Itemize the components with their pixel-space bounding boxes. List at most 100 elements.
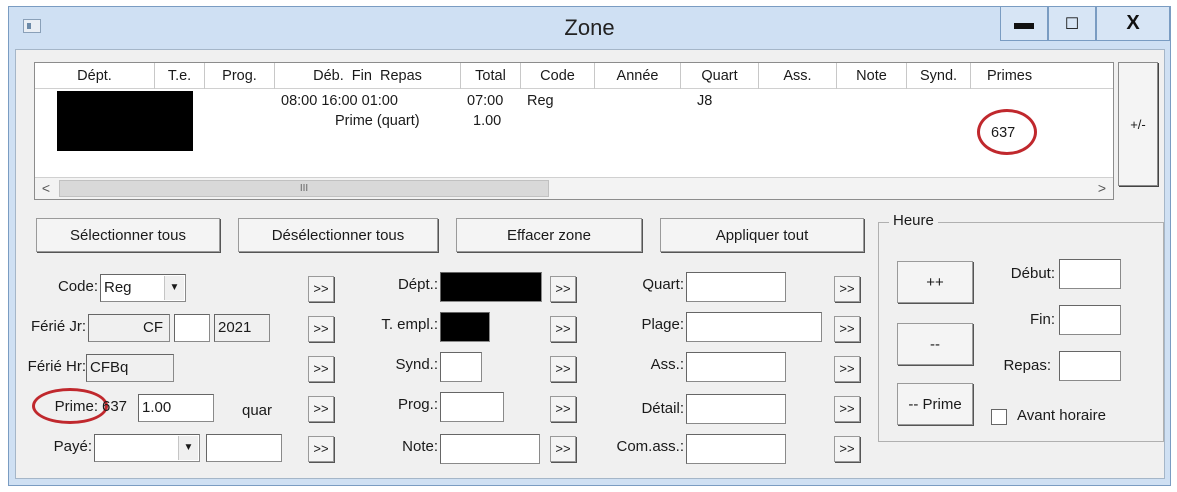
repas-label: Repas:: [1003, 357, 1051, 374]
fin-field[interactable]: [1059, 305, 1121, 335]
row1-total: 07:00: [467, 93, 504, 109]
row1-deb-fin-repas: 08:00 16:00 01:00: [281, 93, 398, 109]
plus-plus-button[interactable]: ++: [897, 261, 973, 303]
close-button[interactable]: X: [1096, 7, 1170, 41]
highlight-circle-prime: [32, 388, 108, 424]
synd-label: Synd.:: [395, 356, 438, 373]
apply-t-empl-button[interactable]: >>: [550, 316, 576, 342]
code-label: Code:: [57, 278, 98, 295]
col-annee[interactable]: Année: [595, 63, 681, 89]
com-ass-label: Com.ass.:: [616, 438, 684, 455]
redacted-dept-block: [57, 91, 193, 151]
minus-prime-button[interactable]: -- Prime: [897, 383, 973, 425]
apply-ferie-hr-button[interactable]: >>: [308, 356, 334, 382]
col-code[interactable]: Code: [521, 63, 595, 89]
maximize-button[interactable]: ☐: [1048, 7, 1096, 41]
debut-field[interactable]: [1059, 259, 1121, 289]
ferie-hr-label: Férié Hr:: [27, 358, 86, 375]
apply-ass-button[interactable]: >>: [834, 356, 860, 382]
heure-title: Heure: [889, 212, 938, 229]
col-synd[interactable]: Synd.: [907, 63, 971, 89]
deselect-all-button[interactable]: Désélectionner tous: [238, 218, 438, 252]
horizontal-scrollbar[interactable]: < III >: [35, 177, 1113, 199]
select-all-button[interactable]: Sélectionner tous: [36, 218, 220, 252]
col-dept[interactable]: Dépt.: [35, 63, 155, 89]
col-quart[interactable]: Quart: [681, 63, 759, 89]
ferie-jr-day[interactable]: [174, 314, 210, 342]
col-note[interactable]: Note: [837, 63, 907, 89]
grid-header: Dépt. T.e. Prog. Déb. Fin Repas Total Co…: [35, 63, 1113, 89]
apply-ferie-jr-button[interactable]: >>: [308, 316, 334, 342]
apply-quart-button[interactable]: >>: [834, 276, 860, 302]
t-empl-field-redacted[interactable]: [440, 312, 490, 342]
avant-horaire-checkbox[interactable]: [991, 409, 1007, 425]
chevron-down-icon[interactable]: ▼: [178, 436, 198, 460]
dept-label: Dépt.:: [397, 276, 438, 293]
apply-prime-button[interactable]: >>: [308, 396, 334, 422]
paye-select[interactable]: ▼: [94, 434, 200, 462]
note-field[interactable]: [440, 434, 540, 464]
col-prog[interactable]: Prog.: [205, 63, 275, 89]
paye-extra-field[interactable]: [206, 434, 282, 462]
scroll-right-icon[interactable]: >: [1091, 179, 1113, 198]
zone-window: Zone ▬ ☐ X Dépt. T.e. Prog. Déb. Fin Rep…: [8, 6, 1171, 486]
plage-field[interactable]: [686, 312, 822, 342]
ferie-jr-label: Férié Jr:: [30, 318, 86, 335]
dept-field-redacted[interactable]: [440, 272, 542, 302]
ferie-hr-field[interactable]: CFBq: [86, 354, 174, 382]
ferie-jr-year[interactable]: 2021: [214, 314, 270, 342]
apply-all-button[interactable]: Appliquer tout: [660, 218, 864, 252]
col-te[interactable]: T.e.: [155, 63, 205, 89]
quart-field[interactable]: [686, 272, 786, 302]
apply-note-button[interactable]: >>: [550, 436, 576, 462]
row2-label: Prime (quart): [335, 113, 420, 129]
row2-total: 1.00: [473, 113, 502, 129]
scroll-left-icon[interactable]: <: [35, 179, 57, 198]
code-select[interactable]: Reg ▼: [100, 274, 186, 302]
title-bar[interactable]: Zone ▬ ☐ X: [9, 7, 1170, 49]
repas-field[interactable]: [1059, 351, 1121, 381]
prog-field[interactable]: [440, 392, 504, 422]
apply-detail-button[interactable]: >>: [834, 396, 860, 422]
ass-field[interactable]: [686, 352, 786, 382]
t-empl-label: T. empl.:: [381, 316, 438, 333]
apply-plage-button[interactable]: >>: [834, 316, 860, 342]
dialog-body: Dépt. T.e. Prog. Déb. Fin Repas Total Co…: [15, 49, 1165, 479]
col-ass[interactable]: Ass.: [759, 63, 837, 89]
heure-group: Heure ++ -- -- Prime Début: Fin: Repas: …: [878, 212, 1164, 442]
apply-paye-button[interactable]: >>: [308, 436, 334, 462]
apply-dept-button[interactable]: >>: [550, 276, 576, 302]
code-value: Reg: [104, 279, 132, 296]
chevron-down-icon[interactable]: ▼: [164, 276, 184, 300]
ass-label: Ass.:: [650, 356, 684, 373]
plage-label: Plage:: [641, 316, 684, 333]
row1-quart: J8: [697, 93, 713, 109]
highlight-circle-primes: [977, 109, 1037, 155]
debut-label: Début:: [1010, 265, 1055, 282]
shift-grid[interactable]: Dépt. T.e. Prog. Déb. Fin Repas Total Co…: [34, 62, 1114, 200]
apply-synd-button[interactable]: >>: [550, 356, 576, 382]
com-ass-field[interactable]: [686, 434, 786, 464]
window-title: Zone: [564, 15, 615, 40]
prog-label: Prog.:: [397, 396, 438, 413]
row1-code: Reg: [527, 93, 554, 109]
col-primes[interactable]: Primes: [971, 63, 1115, 89]
clear-zone-button[interactable]: Effacer zone: [456, 218, 642, 252]
synd-field[interactable]: [440, 352, 482, 382]
detail-field[interactable]: [686, 394, 786, 424]
minimize-button[interactable]: ▬: [1000, 7, 1048, 41]
col-deb-fin-repas[interactable]: Déb. Fin Repas: [275, 63, 461, 89]
apply-code-button[interactable]: >>: [308, 276, 334, 302]
note-label: Note:: [402, 438, 438, 455]
minus-minus-button[interactable]: --: [897, 323, 973, 365]
apply-prog-button[interactable]: >>: [550, 396, 576, 422]
apply-com-ass-button[interactable]: >>: [834, 436, 860, 462]
prime-qty-field[interactable]: 1.00: [138, 394, 214, 422]
ferie-jr-code[interactable]: CF: [88, 314, 170, 342]
prime-unit: quar: [242, 402, 273, 419]
col-total[interactable]: Total: [461, 63, 521, 89]
fin-label: Fin:: [1029, 311, 1055, 328]
plus-minus-button[interactable]: +/-: [1118, 62, 1158, 186]
scroll-thumb[interactable]: III: [59, 180, 549, 197]
quart-label: Quart:: [642, 276, 684, 293]
